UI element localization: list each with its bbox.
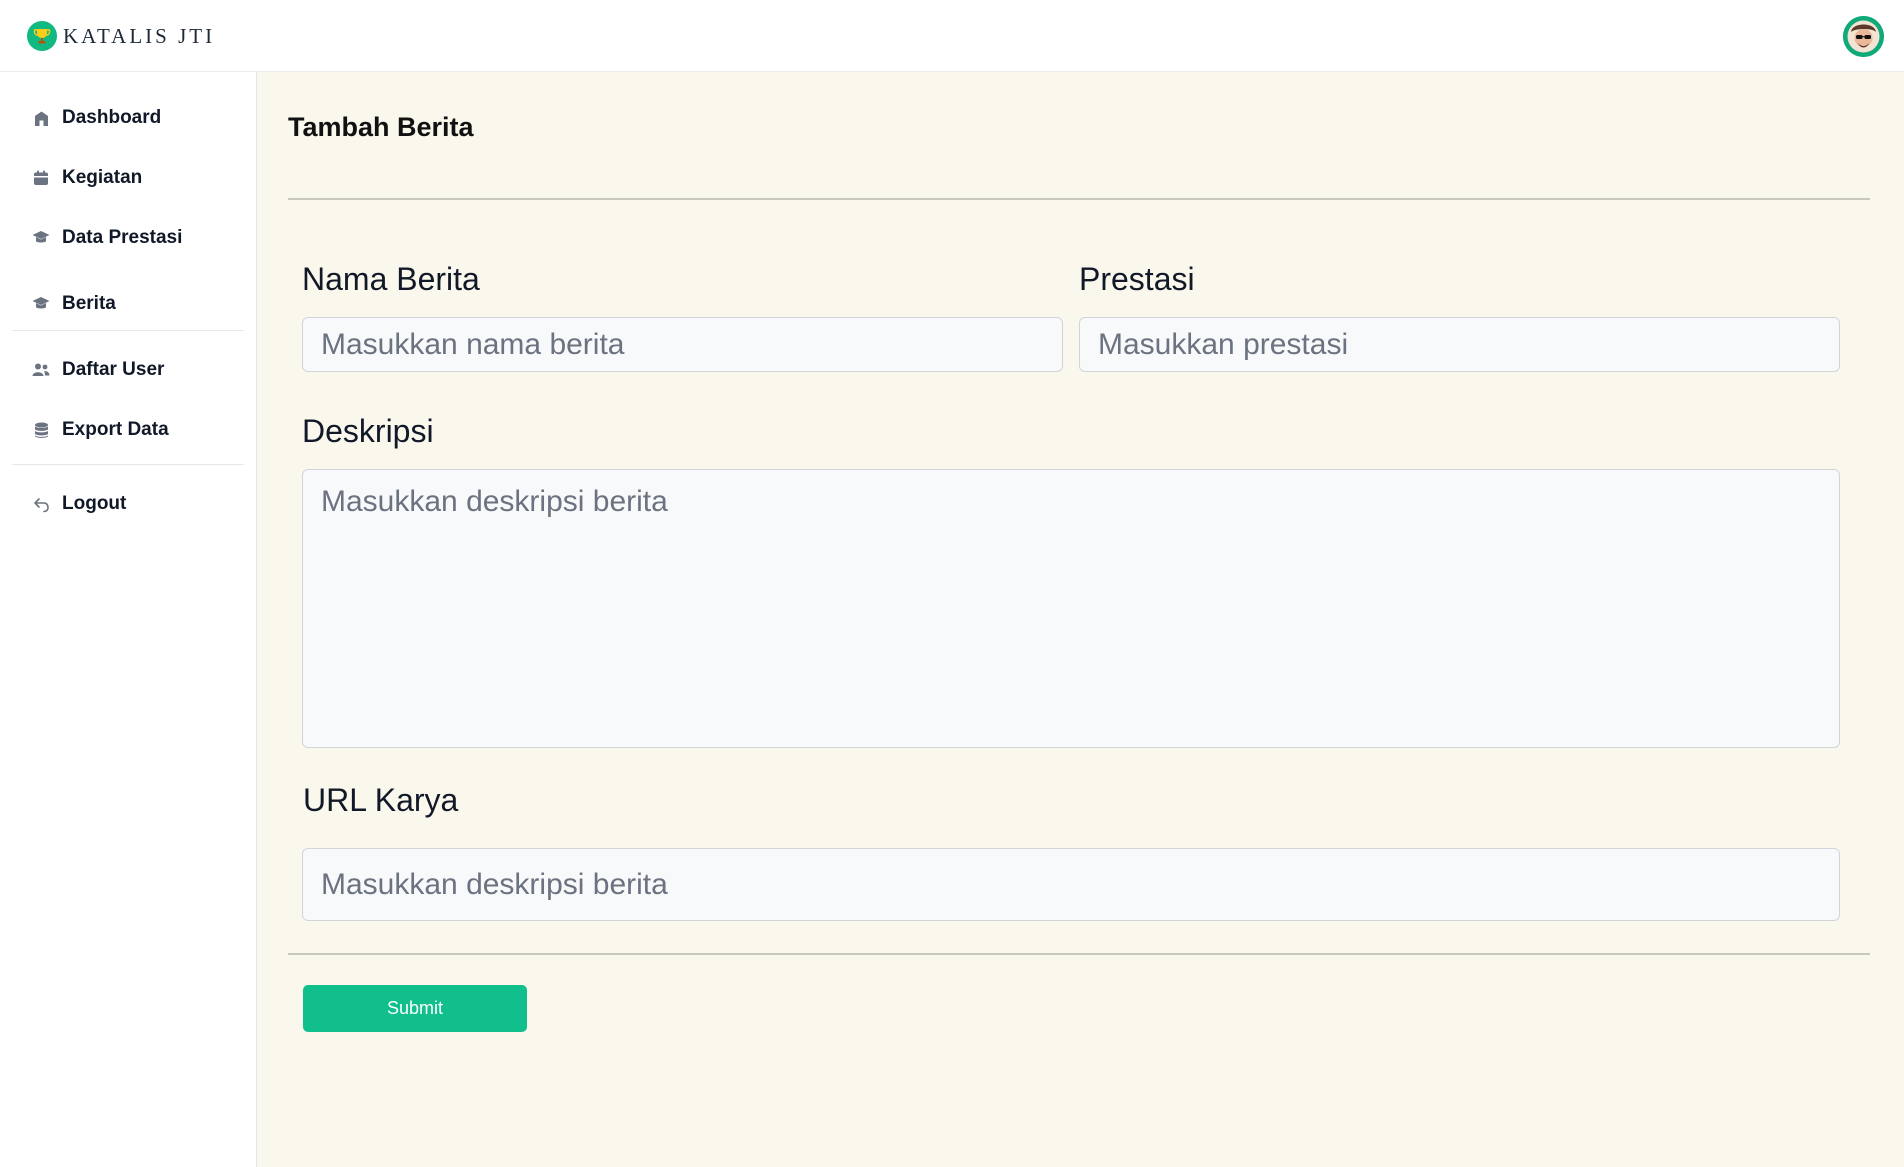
sidebar-item-label: Logout: [62, 493, 127, 514]
main-content: Tambah Berita Nama Berita Prestasi Deskr…: [257, 72, 1904, 1167]
deskripsi-textarea[interactable]: [302, 469, 1840, 748]
sidebar-item-label: Dashboard: [62, 107, 162, 128]
submit-button[interactable]: Submit: [303, 985, 527, 1032]
sidebar-item-label: Export Data: [62, 419, 169, 440]
users-icon: [32, 361, 50, 379]
top-navbar: KATALIS JTI: [0, 0, 1904, 72]
sidebar-item-daftar-user[interactable]: Daftar User: [32, 356, 242, 384]
page-title: Tambah Berita: [288, 112, 474, 142]
sidebar-item-dashboard[interactable]: Dashboard: [32, 104, 242, 132]
url-karya-input[interactable]: [302, 848, 1840, 921]
sidebar-item-label: Berita: [62, 293, 116, 314]
database-icon: [32, 421, 50, 439]
sidebar-item-kegiatan[interactable]: Kegiatan: [32, 164, 242, 192]
trophy-icon: [27, 21, 57, 51]
sidebar-item-berita[interactable]: Berita: [32, 290, 242, 318]
sidebar-item-logout[interactable]: Logout: [32, 490, 242, 518]
nama-berita-input[interactable]: [302, 317, 1063, 372]
nama-berita-label: Nama Berita: [302, 261, 480, 297]
brand-name: KATALIS JTI: [63, 23, 216, 48]
logout-icon: [32, 495, 50, 513]
header-divider: [288, 198, 1870, 200]
sidebar-divider: [12, 330, 244, 331]
prestasi-label: Prestasi: [1079, 261, 1195, 297]
sidebar-item-data-prestasi[interactable]: Data Prestasi: [32, 224, 242, 252]
sidebar-item-label: Kegiatan: [62, 167, 143, 188]
graduation-cap-icon: [32, 295, 50, 313]
calendar-icon: [32, 169, 50, 187]
sidebar: Dashboard Kegiatan Data Prestasi Berita …: [0, 72, 257, 1167]
prestasi-input[interactable]: [1079, 317, 1840, 372]
sidebar-item-label: Data Prestasi: [62, 227, 183, 248]
dashboard-icon: [32, 109, 50, 127]
deskripsi-label: Deskripsi: [302, 413, 434, 449]
avatar[interactable]: [1843, 16, 1884, 57]
sidebar-divider: [12, 464, 244, 465]
graduation-cap-icon: [32, 229, 50, 247]
sidebar-item-label: Daftar User: [62, 359, 165, 380]
brand[interactable]: KATALIS JTI: [27, 21, 215, 51]
sidebar-item-export-data[interactable]: Export Data: [32, 416, 242, 444]
form-divider: [288, 953, 1870, 955]
url-karya-label: URL Karya: [303, 782, 459, 818]
